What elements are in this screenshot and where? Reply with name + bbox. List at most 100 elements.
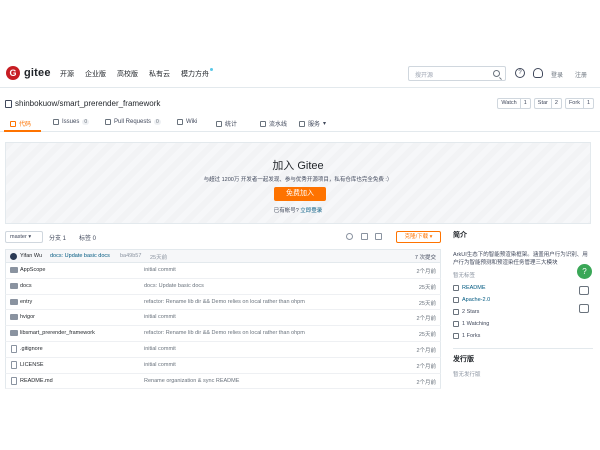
file-table: Yifan Wu docs: Update basic docs ba49b57… [5,249,441,390]
nav-enterprise[interactable]: 企业版 [85,69,106,79]
tab-pipeline[interactable]: 流水线 [260,119,287,128]
watch-button[interactable]: Watch 1 [497,98,531,109]
tab-pr-label: Pull Requests [114,119,152,125]
login-link[interactable]: 登录 [551,70,563,79]
nav-open-source[interactable]: 开源 [60,69,74,79]
nav-education[interactable]: 高校版 [117,69,138,79]
readme-link[interactable]: README [453,282,593,294]
lightbulb-icon[interactable] [533,68,543,78]
file-name[interactable]: README.md [20,378,53,384]
star-icon [453,309,459,315]
banner-description: 与超过 1200万 开发者一起发现、参与优秀开源项目，私有仓库也完全免费 :） [203,177,393,183]
avatar[interactable] [10,253,17,260]
book-icon [177,119,183,125]
file-commit-time: 2个月前 [416,379,436,386]
tab-code-label: 代码 [19,122,32,128]
tab-services[interactable]: 服务 ▾ [299,119,326,128]
file-name[interactable]: hvigor [20,314,35,320]
file-commit-message[interactable]: Rename organization & sync README [144,378,239,384]
repo-sidebar: 简介 ArkUI生态下的智能预渲染框架。涵盖用户行为识别、用户行为智能预测和预渲… [453,230,593,378]
file-commit-message[interactable]: initial commit [144,346,176,352]
nav-model-ark[interactable]: 模力方舟 [181,68,213,79]
file-commit-message[interactable]: initial commit [144,314,176,320]
release-title: 发行版 [453,356,474,363]
gitee-logo[interactable]: G gitee [6,66,51,80]
file-commit-message[interactable]: refactor: Rename lib dir && Demo relies … [144,330,305,336]
file-icon [11,376,17,385]
nav-private-cloud[interactable]: 私有云 [149,69,170,79]
file-row[interactable]: libsmart_prerender_framework refactor: Re… [5,326,441,342]
tab-code[interactable]: 代码 [10,119,31,128]
folder-icon [10,330,18,337]
tag-count[interactable]: 标签 0 [79,233,96,242]
file-name[interactable]: LICENSE [20,362,44,368]
branch-count[interactable]: 分支 1 [49,233,66,242]
repo-path[interactable]: shinbokuow/smart_prerender_framework [15,99,160,108]
login-now-link[interactable]: 立即登录 [300,208,322,214]
clone-download-button[interactable]: 克隆/下载 ▾ [396,231,441,243]
stars-label: 2 Stars [462,309,480,315]
search-icon[interactable] [346,233,353,240]
watching-stat[interactable]: 1 Watching [453,318,593,330]
book-icon [453,285,459,291]
file-row[interactable]: LICENSE initial commit 2个月前 [5,357,441,374]
file-row[interactable]: docs docs: Update basic docs 25天前 [5,278,441,295]
banner-title: 加入 Gitee [272,160,324,172]
file-name[interactable]: libsmart_prerender_framework [20,330,95,336]
file-name[interactable]: .gitignore [20,346,43,352]
code-icon [10,120,16,127]
file-commit-time: 25天前 [418,300,436,307]
file-row[interactable]: entry refactor: Rename lib dir && Demo re… [5,294,441,311]
fork-button[interactable]: Fork 1 [564,98,594,109]
tab-stats[interactable]: 统计 [216,119,237,128]
eye-icon [453,321,459,327]
file-commit-time: 2个月前 [416,363,436,370]
web-ide-icon[interactable] [375,233,382,240]
help-icon[interactable]: ? [515,68,525,78]
tab-issues-label: Issues [62,119,80,125]
register-link[interactable]: 注册 [575,70,587,79]
branch-name: master [10,234,27,240]
star-count: 2 [554,100,558,106]
file-commit-message[interactable]: docs: Update basic docs [144,283,204,289]
file-row[interactable]: .gitignore initial commit 2个月前 [5,341,441,358]
repo-icon [5,99,12,108]
star-button[interactable]: Star 2 [533,98,562,109]
join-free-button[interactable]: 免费加入 [274,187,326,201]
file-name[interactable]: AppScope [20,267,45,273]
commit-message[interactable]: docs: Update basic docs [50,253,110,259]
stars-stat[interactable]: 2 Stars [453,306,593,318]
no-release-text: 暂无发行版 [453,372,481,378]
file-commit-message[interactable]: initial commit [144,362,176,368]
file-row[interactable]: hvigor initial commit 2个月前 [5,310,441,327]
tab-issues[interactable]: Issues 0 [53,119,90,125]
services-icon [299,120,305,127]
active-tab-indicator [4,130,41,132]
file-row[interactable]: README.md Rename organization & sync READ… [5,373,441,390]
tab-wiki-label: Wiki [186,119,198,125]
forks-stat[interactable]: 1 Forks [453,330,593,342]
license-link[interactable]: Apache-2.0 [453,294,593,306]
search-input[interactable]: 搜开源 [408,66,506,81]
branch-select[interactable]: master ▾ [5,231,43,243]
feedback-icon[interactable] [579,304,589,313]
fork-label: Fork [566,99,584,108]
tab-wiki[interactable]: Wiki [177,119,197,125]
commit-author[interactable]: Yifan Wu [20,253,42,259]
search-icon[interactable] [493,70,500,77]
file-commit-message[interactable]: initial commit [144,267,176,273]
commit-count[interactable]: 7 次提交 [415,253,436,261]
file-commit-message[interactable]: refactor: Rename lib dir && Demo relies … [144,299,305,305]
file-name[interactable]: entry [20,299,32,305]
commit-hash[interactable]: ba49b57 [120,253,141,259]
issue-icon [53,119,59,125]
file-row[interactable]: AppScope initial commit 2个月前 [5,263,441,279]
join-banner: 加入 Gitee 与超过 1200万 开发者一起发现、参与优秀开源项目，私有仓库… [5,142,591,224]
add-icon[interactable] [361,233,368,240]
watch-label: Watch [498,99,521,108]
file-name[interactable]: docs [20,283,32,289]
floating-help-button[interactable]: ? [577,264,592,279]
message-icon[interactable] [579,286,589,295]
readme-label: README [462,285,486,291]
tab-pull-requests[interactable]: Pull Requests 0 [105,119,161,125]
